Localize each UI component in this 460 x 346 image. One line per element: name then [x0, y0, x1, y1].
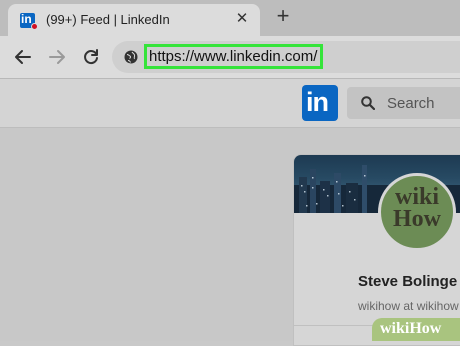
search-input[interactable]: Search — [347, 87, 460, 119]
linkedin-favicon-icon: in — [20, 12, 38, 30]
wikihow-watermark: wikiHow — [372, 318, 460, 341]
close-tab-icon[interactable]: ✕ — [233, 10, 251, 28]
search-icon — [361, 96, 375, 110]
notification-dot-icon — [31, 23, 38, 30]
arrow-left-icon — [15, 50, 31, 64]
avatar[interactable]: wiki How — [378, 173, 456, 251]
arrow-right-icon — [49, 50, 65, 64]
tab-strip: in (99+) Feed | LinkedIn ✕ + — [0, 0, 460, 36]
address-bar[interactable]: https://www.linkedin.com/ — [112, 41, 460, 73]
profile-name[interactable]: Steve Bolinge — [358, 273, 457, 290]
tab-title: (99+) Feed | LinkedIn — [46, 12, 170, 27]
browser-tab[interactable]: in (99+) Feed | LinkedIn ✕ — [8, 4, 260, 36]
avatar-logo: wiki How — [393, 184, 441, 232]
forward-button[interactable] — [44, 44, 70, 70]
reload-icon — [84, 49, 98, 65]
linkedin-logo[interactable]: in — [302, 85, 338, 121]
new-tab-button[interactable]: + — [272, 5, 294, 27]
globe-icon[interactable] — [124, 50, 138, 64]
profile-headline: wikihow at wikihow — [358, 299, 459, 313]
url-text[interactable]: https://www.linkedin.com/ — [149, 48, 317, 65]
browser-toolbar: https://www.linkedin.com/ — [0, 36, 460, 79]
linkedin-header: in Search — [0, 79, 460, 128]
page-content: in Search wiki How Steve Bolinge wikihow… — [0, 79, 460, 346]
reload-button[interactable] — [78, 44, 104, 70]
back-button[interactable] — [10, 44, 36, 70]
search-placeholder: Search — [387, 95, 435, 112]
